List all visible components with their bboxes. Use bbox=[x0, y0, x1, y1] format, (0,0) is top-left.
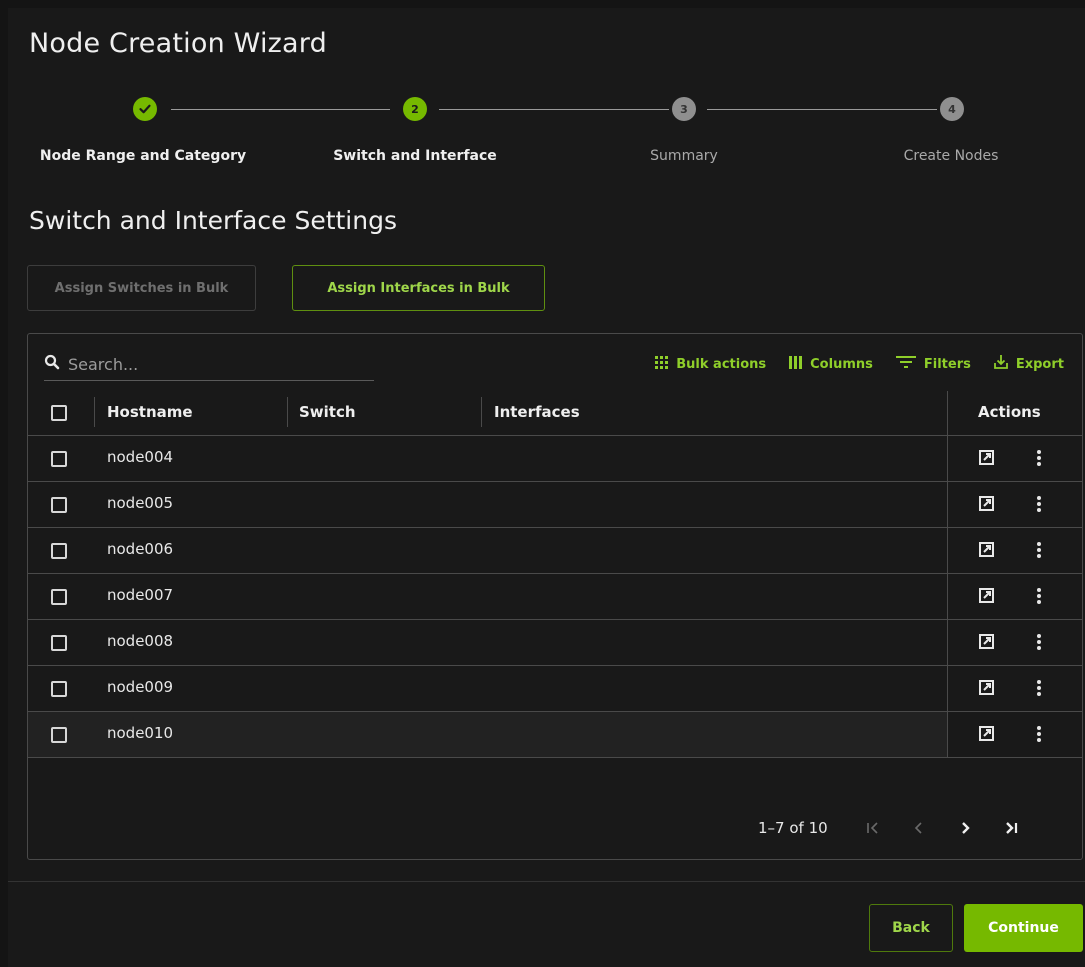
more-options-icon[interactable] bbox=[1036, 495, 1042, 517]
step-3-label: Summary bbox=[650, 148, 718, 164]
step-4-label: Create Nodes bbox=[903, 148, 999, 164]
export-button[interactable]: Export bbox=[993, 354, 1064, 374]
hostname-cell: node010 bbox=[107, 724, 174, 742]
step-1-checkmark-icon bbox=[133, 97, 157, 121]
open-edit-icon[interactable] bbox=[979, 680, 994, 699]
search-icon bbox=[44, 354, 60, 374]
step-2-indicator: 2 bbox=[403, 97, 427, 121]
pagination-range: 1–7 of 10 bbox=[758, 819, 828, 837]
open-edit-icon[interactable] bbox=[979, 634, 994, 653]
step-1-label: Node Range and Category bbox=[39, 148, 247, 164]
export-label: Export bbox=[1015, 356, 1064, 372]
table-row[interactable]: node009 bbox=[28, 666, 1082, 712]
continue-button[interactable]: Continue bbox=[964, 904, 1083, 952]
row-checkbox[interactable] bbox=[51, 497, 67, 513]
hosts-table-panel: Search... Bulk actions Columns Filters E… bbox=[27, 333, 1083, 860]
open-edit-icon[interactable] bbox=[979, 496, 994, 515]
columns-label: Columns bbox=[810, 356, 873, 372]
filters-label: Filters bbox=[923, 356, 971, 372]
step-4-indicator: 4 bbox=[940, 97, 964, 121]
more-options-icon[interactable] bbox=[1036, 633, 1042, 655]
row-actions bbox=[947, 620, 1082, 665]
table-row[interactable]: node007 bbox=[28, 574, 1082, 620]
row-checkbox[interactable] bbox=[51, 451, 67, 467]
step-connector bbox=[171, 109, 390, 110]
assign-interfaces-bulk-button[interactable]: Assign Interfaces in Bulk bbox=[292, 265, 545, 311]
last-page-icon[interactable] bbox=[988, 821, 1034, 835]
search-input[interactable]: Search... bbox=[44, 348, 374, 381]
filters-button[interactable]: Filters bbox=[895, 355, 971, 373]
more-options-icon[interactable] bbox=[1036, 541, 1042, 563]
search-placeholder: Search... bbox=[68, 354, 139, 374]
step-connector bbox=[707, 109, 937, 110]
bulk-actions-button[interactable]: Bulk actions bbox=[654, 355, 767, 373]
column-separator bbox=[947, 391, 948, 435]
more-options-icon[interactable] bbox=[1036, 449, 1042, 471]
node-creation-wizard-dialog: Node Creation Wizard 2 3 4 Node Range an… bbox=[8, 8, 1085, 967]
table-row[interactable]: node006 bbox=[28, 528, 1082, 574]
next-page-icon[interactable] bbox=[942, 821, 988, 835]
row-checkbox[interactable] bbox=[51, 681, 67, 697]
table-row[interactable]: node008 bbox=[28, 620, 1082, 666]
columns-button[interactable]: Columns bbox=[788, 355, 873, 373]
open-edit-icon[interactable] bbox=[979, 588, 994, 607]
header-switch[interactable]: Switch bbox=[299, 403, 356, 421]
open-edit-icon[interactable] bbox=[979, 450, 994, 469]
row-checkbox[interactable] bbox=[51, 589, 67, 605]
step-3-indicator: 3 bbox=[672, 97, 696, 121]
row-checkbox[interactable] bbox=[51, 635, 67, 651]
hostname-cell: node006 bbox=[107, 540, 174, 558]
prev-page-icon[interactable] bbox=[896, 821, 942, 835]
section-title: Switch and Interface Settings bbox=[29, 206, 397, 235]
download-icon bbox=[993, 354, 1009, 374]
column-separator bbox=[287, 397, 288, 427]
first-page-icon[interactable] bbox=[850, 821, 896, 835]
pagination: 1–7 of 10 bbox=[758, 816, 1034, 840]
grid-icon bbox=[654, 355, 669, 373]
column-separator bbox=[94, 397, 95, 427]
header-hostname[interactable]: Hostname bbox=[107, 403, 193, 421]
filter-icon bbox=[895, 355, 917, 373]
row-actions bbox=[947, 528, 1082, 573]
row-checkbox[interactable] bbox=[51, 727, 67, 743]
footer-divider bbox=[8, 881, 1085, 882]
header-interfaces[interactable]: Interfaces bbox=[494, 403, 580, 421]
hostname-cell: node007 bbox=[107, 586, 174, 604]
assign-switches-bulk-button[interactable]: Assign Switches in Bulk bbox=[27, 265, 256, 311]
hostname-cell: node009 bbox=[107, 678, 174, 696]
table-row[interactable]: node010 bbox=[28, 712, 1082, 758]
column-separator bbox=[481, 397, 482, 427]
wizard-stepper: 2 3 4 Node Range and Category Switch and… bbox=[8, 94, 1085, 174]
back-button[interactable]: Back bbox=[869, 904, 953, 952]
bulk-actions-label: Bulk actions bbox=[676, 356, 767, 372]
hostname-cell: node005 bbox=[107, 494, 174, 512]
wizard-title: Node Creation Wizard bbox=[29, 28, 327, 59]
row-checkbox[interactable] bbox=[51, 543, 67, 559]
more-options-icon[interactable] bbox=[1036, 679, 1042, 701]
hostname-cell: node004 bbox=[107, 448, 174, 466]
row-actions bbox=[947, 436, 1082, 481]
row-actions bbox=[947, 482, 1082, 527]
table-row[interactable]: node004 bbox=[28, 436, 1082, 482]
open-edit-icon[interactable] bbox=[979, 726, 994, 745]
select-all-checkbox[interactable] bbox=[51, 405, 67, 421]
table-toolbar: Bulk actions Columns Filters Export bbox=[654, 354, 1064, 374]
row-actions bbox=[947, 574, 1082, 619]
row-actions bbox=[947, 712, 1082, 757]
table-row[interactable]: node005 bbox=[28, 482, 1082, 528]
more-options-icon[interactable] bbox=[1036, 587, 1042, 609]
more-options-icon[interactable] bbox=[1036, 725, 1042, 747]
step-connector bbox=[439, 109, 669, 110]
row-actions bbox=[947, 666, 1082, 711]
header-actions: Actions bbox=[978, 403, 1041, 421]
table-header: Hostname Switch Interfaces Actions bbox=[28, 391, 1082, 436]
step-2-label: Switch and Interface bbox=[333, 148, 497, 164]
open-edit-icon[interactable] bbox=[979, 542, 994, 561]
columns-icon bbox=[788, 355, 803, 373]
hostname-cell: node008 bbox=[107, 632, 174, 650]
